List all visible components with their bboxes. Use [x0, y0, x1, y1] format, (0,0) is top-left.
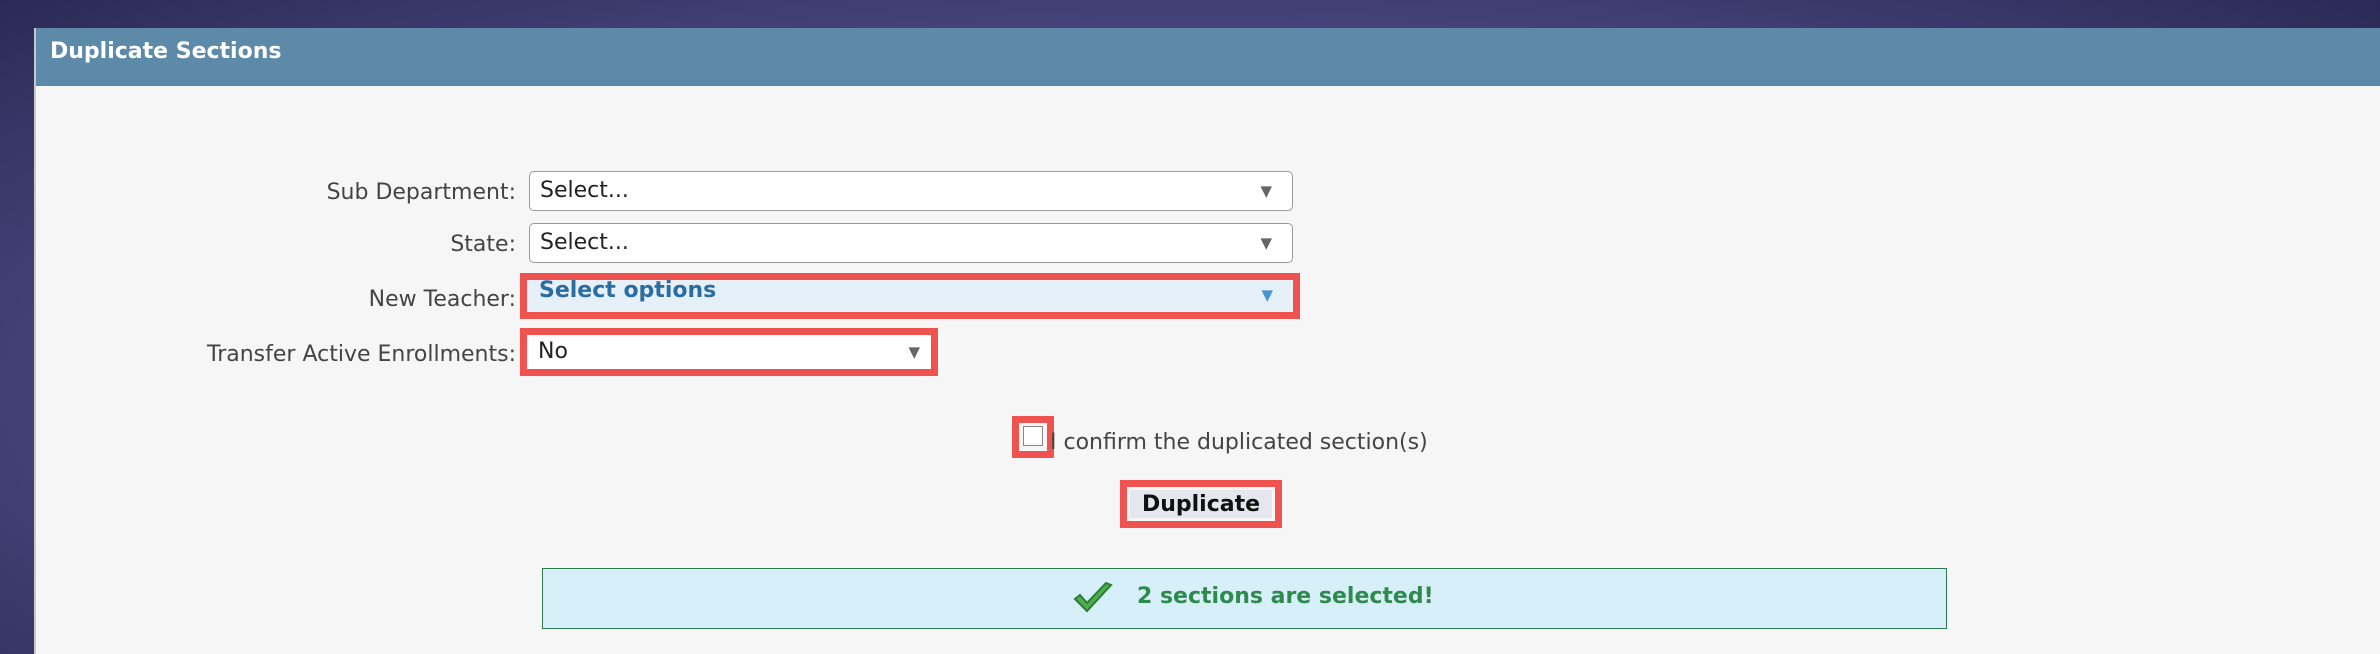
transfer-enrollments-label: Transfer Active Enrollments: [207, 342, 516, 367]
transfer-enrollments-highlight [520, 328, 938, 376]
sub-department-select[interactable]: Select... ▼ [529, 171, 1293, 211]
sub-department-value: Select... [540, 178, 629, 203]
confirm-label: I confirm the duplicated section(s) [1050, 430, 1428, 455]
checkmark-icon [1073, 581, 1113, 613]
chevron-down-icon: ▼ [1260, 182, 1272, 200]
sub-department-label: Sub Department: [326, 180, 516, 205]
selection-notice: 2 sections are selected! [542, 568, 1947, 629]
state-select[interactable]: Select... ▼ [529, 223, 1293, 263]
dialog-title: Duplicate Sections [36, 28, 2380, 86]
confirm-checkbox[interactable] [1023, 426, 1043, 446]
state-label: State: [450, 232, 516, 257]
new-teacher-label: New Teacher: [368, 287, 516, 312]
state-value: Select... [540, 230, 629, 255]
new-teacher-highlight [520, 273, 1300, 319]
notice-text: 2 sections are selected! [1137, 584, 1434, 609]
duplicate-sections-dialog: Duplicate Sections Sub Department: Selec… [34, 28, 2380, 654]
duplicate-button[interactable]: Duplicate [1130, 490, 1272, 518]
chevron-down-icon: ▼ [1260, 234, 1272, 252]
